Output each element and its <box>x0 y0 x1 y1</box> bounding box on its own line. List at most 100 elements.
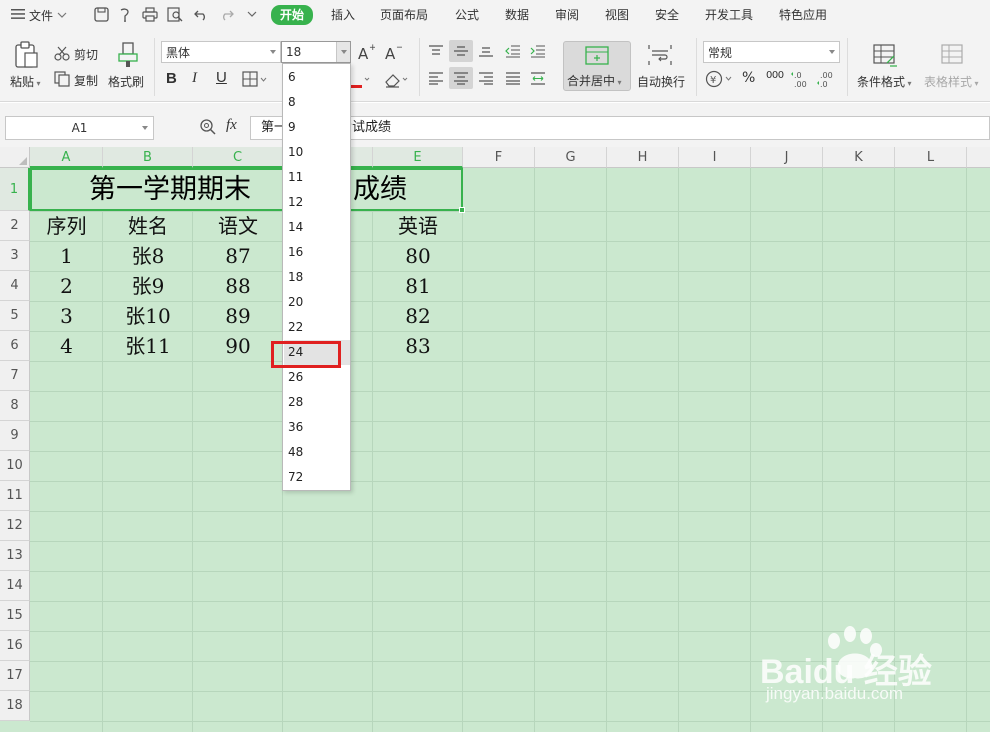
row-header-17[interactable]: 17 <box>0 661 30 691</box>
insert-function-button[interactable]: fx <box>226 117 237 134</box>
borders-icon[interactable] <box>242 71 268 87</box>
font-size-option[interactable]: 72 <box>284 465 350 490</box>
thousands-separator-button[interactable]: 000 <box>766 70 784 81</box>
font-size-option[interactable]: 20 <box>284 290 350 315</box>
row-header-2[interactable]: 2 <box>0 211 30 241</box>
distributed-align-icon[interactable] <box>529 70 547 86</box>
row-header-11[interactable]: 11 <box>0 481 30 511</box>
cell-c5[interactable]: 89 <box>193 301 283 331</box>
save-icon[interactable] <box>93 6 109 22</box>
font-size-option[interactable]: 14 <box>284 215 350 240</box>
tab-formulas[interactable]: 公式 <box>455 6 479 24</box>
conditional-format-button[interactable]: 条件格式 ▾ <box>857 73 912 90</box>
column-header-f[interactable]: F <box>463 147 535 168</box>
redo-icon[interactable] <box>218 6 234 22</box>
italic-button[interactable]: I <box>192 70 197 87</box>
formula-input[interactable]: 第一学期期末考试成绩 <box>250 116 990 140</box>
tab-page-layout[interactable]: 页面布局 <box>380 6 428 24</box>
tab-special[interactable]: 特色应用 <box>779 6 827 24</box>
align-center-icon[interactable] <box>449 67 473 89</box>
percent-button[interactable]: % <box>742 70 755 86</box>
row-header-13[interactable]: 13 <box>0 541 30 571</box>
align-right-icon[interactable] <box>477 70 495 86</box>
justify-icon[interactable] <box>504 70 522 86</box>
cell-a2[interactable]: 序列 <box>30 211 103 241</box>
name-box[interactable]: A1 <box>5 116 154 140</box>
row-header-4[interactable]: 4 <box>0 271 30 301</box>
column-header-m[interactable] <box>967 147 990 168</box>
scissors-icon[interactable] <box>54 45 70 61</box>
row-header-5[interactable]: 5 <box>0 301 30 331</box>
align-middle-icon[interactable] <box>449 40 473 62</box>
tab-developer[interactable]: 开发工具 <box>705 6 753 24</box>
row-header-10[interactable]: 10 <box>0 451 30 481</box>
cell-b3[interactable]: 张8 <box>103 241 193 271</box>
row-header-16[interactable]: 16 <box>0 631 30 661</box>
font-size-option[interactable]: 10 <box>284 140 350 165</box>
cell-e4[interactable]: 81 <box>373 271 463 301</box>
row-header-15[interactable]: 15 <box>0 601 30 631</box>
increase-indent-icon[interactable] <box>529 43 547 59</box>
tab-home[interactable]: 开始 <box>271 5 314 25</box>
column-header-c[interactable]: C <box>193 147 283 168</box>
underline-button[interactable]: U <box>216 69 227 86</box>
row-header-8[interactable]: 8 <box>0 391 30 421</box>
number-format-select[interactable]: 常规 <box>703 41 840 63</box>
file-menu[interactable]: 文件 <box>11 6 67 24</box>
cell-b5[interactable]: 张10 <box>103 301 193 331</box>
format-painter-icon[interactable] <box>114 42 140 68</box>
cell-e3[interactable]: 80 <box>373 241 463 271</box>
font-size-option[interactable]: 11 <box>284 165 350 190</box>
cell-b2[interactable]: 姓名 <box>103 211 193 241</box>
increase-font-icon[interactable]: A + <box>357 42 375 62</box>
merge-center-button[interactable]: 合并居中 ▾ <box>563 41 631 91</box>
font-color-icon[interactable] <box>350 70 372 90</box>
align-left-icon[interactable] <box>427 70 445 86</box>
cell-b4[interactable]: 张9 <box>103 271 193 301</box>
column-header-l[interactable]: L <box>895 147 967 168</box>
font-size-option[interactable]: 36 <box>284 415 350 440</box>
conditional-format-icon[interactable] <box>872 42 898 68</box>
column-header-h[interactable]: H <box>607 147 679 168</box>
cell-a6[interactable]: 4 <box>30 331 103 361</box>
cell-b6[interactable]: 张11 <box>103 331 193 361</box>
decrease-indent-icon[interactable] <box>504 43 522 59</box>
row-header-18[interactable]: 18 <box>0 691 30 721</box>
column-header-e[interactable]: E <box>373 147 463 168</box>
font-size-select[interactable]: 18 <box>281 41 351 63</box>
paste-label[interactable]: 粘贴 ▾ <box>10 73 41 90</box>
align-top-icon[interactable] <box>427 43 445 59</box>
font-size-option[interactable]: 28 <box>284 390 350 415</box>
currency-icon[interactable]: ¥ <box>705 70 735 88</box>
font-size-option[interactable]: 48 <box>284 440 350 465</box>
row-header-6[interactable]: 6 <box>0 331 30 361</box>
cell-c3[interactable]: 87 <box>193 241 283 271</box>
font-size-option[interactable]: 22 <box>284 315 350 340</box>
font-size-option[interactable]: 26 <box>284 365 350 390</box>
font-size-option[interactable]: 16 <box>284 240 350 265</box>
copy-icon[interactable] <box>54 71 70 87</box>
paste-icon[interactable] <box>12 41 40 69</box>
row-header-1[interactable]: 1 <box>0 168 30 211</box>
cell-e6[interactable]: 83 <box>373 331 463 361</box>
font-size-option[interactable]: 18 <box>284 265 350 290</box>
font-size-option[interactable]: 9 <box>284 115 350 140</box>
align-bottom-icon[interactable] <box>477 43 495 59</box>
decrease-font-icon[interactable]: A − <box>384 42 402 62</box>
tab-review[interactable]: 审阅 <box>555 6 579 24</box>
zoom-search-icon[interactable] <box>199 118 217 136</box>
print-preview-icon[interactable] <box>167 6 183 22</box>
column-header-a[interactable]: A <box>30 147 103 168</box>
title-cell-a1[interactable]: 第一学期期末 成绩 <box>30 168 465 213</box>
cell-a4[interactable]: 2 <box>30 271 103 301</box>
cell-c2[interactable]: 语文 <box>193 211 283 241</box>
copy-button[interactable]: 复制 <box>74 72 98 89</box>
wrap-text-button[interactable]: 自动换行 <box>637 73 685 90</box>
decrease-decimal-icon[interactable]: .00.0 <box>817 69 837 89</box>
cell-a5[interactable]: 3 <box>30 301 103 331</box>
undo-icon[interactable] <box>193 6 209 22</box>
cell-c4[interactable]: 88 <box>193 271 283 301</box>
cut-button[interactable]: 剪切 <box>74 46 98 63</box>
tab-view[interactable]: 视图 <box>605 6 629 24</box>
column-header-g[interactable]: G <box>535 147 607 168</box>
